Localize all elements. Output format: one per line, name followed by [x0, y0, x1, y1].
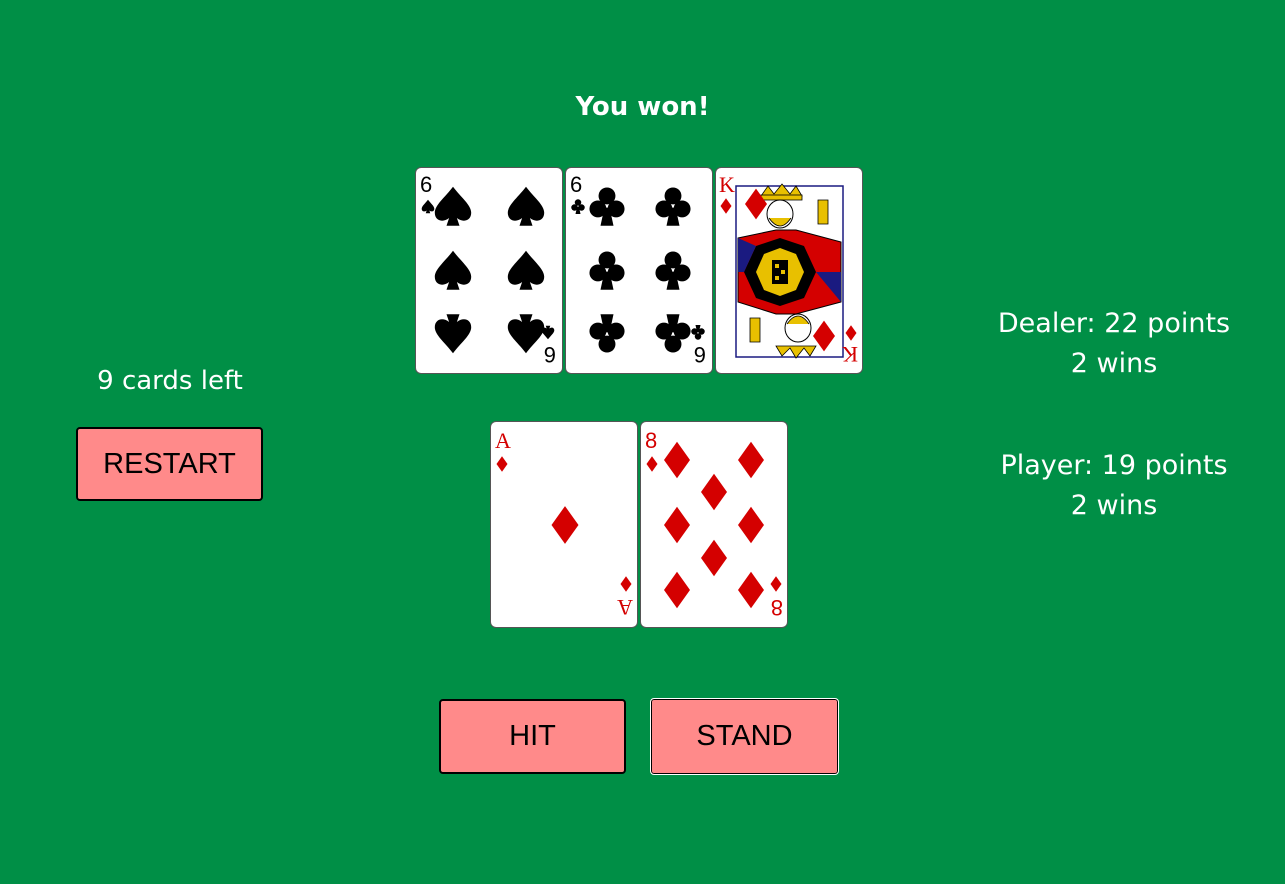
svg-text:8: 8	[771, 595, 783, 620]
deck-counter: 9 cards left	[97, 366, 243, 396]
dealer-card-king-of-diamonds: K K	[715, 167, 863, 374]
dealer-card-six-of-clubs: 6 6	[565, 167, 713, 374]
dealer-score: Dealer: 22 points 2 wins	[960, 304, 1268, 384]
restart-button[interactable]: RESTART	[76, 427, 263, 501]
player-points: Player: 19 points	[1000, 450, 1228, 481]
svg-text:8: 8	[645, 428, 657, 453]
svg-text:6: 6	[570, 172, 582, 197]
svg-text:6: 6	[694, 342, 706, 367]
stand-button[interactable]: STAND	[650, 698, 839, 775]
player-wins: 2 wins	[1070, 490, 1158, 521]
svg-text:A: A	[617, 595, 633, 620]
svg-text:K: K	[842, 342, 858, 367]
svg-text:6: 6	[420, 172, 432, 197]
svg-text:6: 6	[544, 342, 556, 367]
dealer-wins: 2 wins	[1070, 348, 1158, 379]
dealer-card-six-of-spades: 6 6	[415, 167, 563, 374]
player-card-eight-of-diamonds: 8 8	[640, 421, 788, 628]
player-score: Player: 19 points 2 wins	[960, 446, 1268, 526]
svg-text:A: A	[495, 428, 511, 453]
player-card-ace-of-diamonds: A A	[490, 421, 638, 628]
hit-button[interactable]: HIT	[439, 699, 626, 774]
svg-text:K: K	[719, 172, 735, 197]
game-status: You won!	[575, 92, 710, 122]
dealer-points: Dealer: 22 points	[997, 308, 1231, 339]
